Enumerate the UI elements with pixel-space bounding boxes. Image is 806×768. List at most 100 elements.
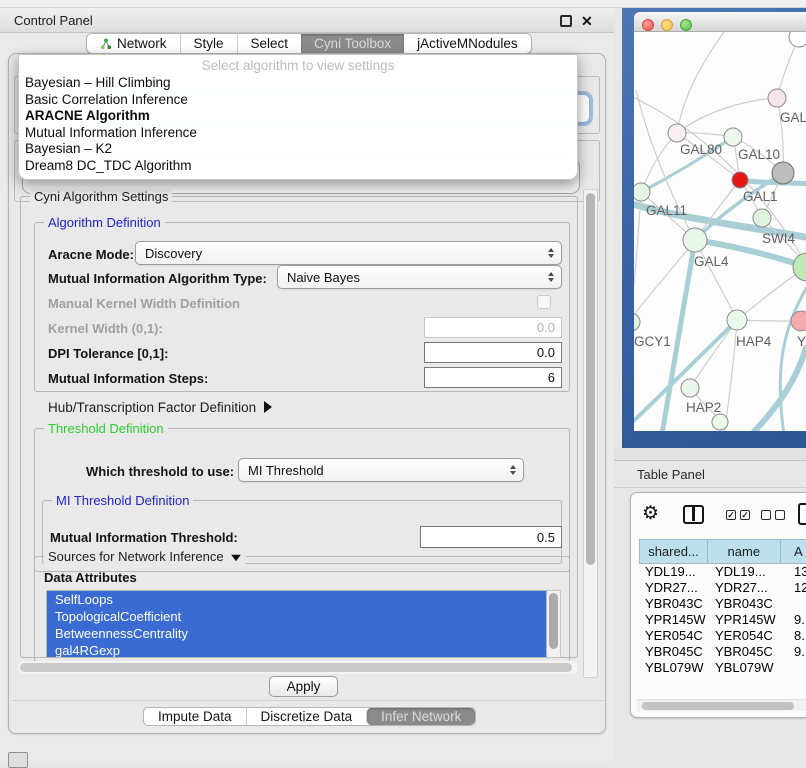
table-cell: YDR27... — [712, 580, 790, 596]
dpi-tolerance-field[interactable]: 0.0 — [424, 342, 562, 363]
tab-network[interactable]: Network — [87, 34, 180, 53]
panel-grip-icon[interactable] — [8, 752, 28, 768]
node-label: GAL — [780, 110, 806, 125]
data-attributes-list[interactable]: SelfLoopsTopologicalCoefficientBetweenne… — [46, 590, 547, 658]
table-row[interactable]: YBR043CYBR043C — [639, 596, 806, 612]
bottom-tab-impute-data[interactable]: Impute Data — [144, 708, 246, 725]
manual-kernel-width-checkbox[interactable] — [537, 295, 551, 309]
algorithm-option[interactable]: Dream8 DC_TDC Algorithm — [19, 158, 577, 175]
network-node[interactable] — [772, 162, 794, 184]
table-cell: YER054C — [712, 628, 790, 644]
tab-jactivemnodules[interactable]: jActiveMNodules — [404, 34, 531, 53]
document-icon[interactable] — [798, 503, 806, 525]
tab-cyni-toolbox[interactable]: Cyni Toolbox — [301, 34, 404, 53]
algorithm-option[interactable]: Bayesian – Hill Climbing — [19, 75, 577, 92]
algorithm-option[interactable]: ARACNE Algorithm — [19, 108, 577, 125]
algorithm-placeholder: Select algorithm to view settings — [19, 55, 577, 75]
scrollbar-thumb[interactable] — [20, 663, 572, 672]
tab-select[interactable]: Select — [237, 34, 302, 53]
mi-threshold-field[interactable]: 0.5 — [420, 526, 562, 548]
table-body[interactable]: YDL19...YDL19...13YDR27...YDR27...12YBR0… — [639, 564, 806, 676]
expand-arrow-icon — [264, 401, 272, 413]
algorithm-option[interactable]: Bayesian – K2 — [19, 141, 577, 158]
network-node[interactable] — [768, 89, 786, 107]
network-node[interactable] — [712, 414, 728, 430]
deselect-all-checkbox-icon[interactable] — [761, 510, 771, 520]
mi-algorithm-type-combo[interactable]: Naive Bayes — [277, 265, 562, 289]
select-all-checkbox-icon[interactable]: ✓ — [740, 510, 750, 520]
which-threshold-combo[interactable]: MI Threshold — [238, 458, 524, 482]
column-header[interactable]: name — [707, 539, 780, 564]
network-node[interactable] — [791, 311, 806, 331]
settings-horizontal-scrollbar[interactable] — [18, 661, 578, 674]
sources-title[interactable]: Sources for Network Inference — [44, 549, 246, 564]
gear-icon[interactable]: ⚙ — [642, 502, 659, 525]
node-label: GCY1 — [634, 334, 671, 349]
network-node[interactable] — [789, 32, 806, 47]
table-row[interactable]: YPR145WYPR145W9. — [639, 612, 806, 628]
attribute-list-scrollbar[interactable] — [547, 590, 561, 658]
data-attribute-item[interactable]: gal4RGexp — [47, 642, 546, 658]
algorithm-option[interactable]: Basic Correlation Inference — [19, 92, 577, 109]
network-node[interactable] — [732, 172, 748, 188]
node-table[interactable]: shared...nameA YDL19...YDL19...13YDR27..… — [639, 539, 806, 676]
network-window-titlebar[interactable] — [634, 12, 806, 32]
table-cell: YPR145W — [712, 612, 790, 628]
settings-vertical-scrollbar[interactable] — [583, 189, 598, 678]
mi-algorithm-type-label: Mutual Information Algorithm Type: — [48, 271, 267, 286]
network-canvas[interactable]: GALGAL80GAL10GAL1GAL11SWI4GAL4GCY1HAP4YH… — [634, 32, 806, 431]
combo-arrows-icon — [548, 248, 554, 258]
tab-style[interactable]: Style — [180, 34, 237, 53]
bottom-tab-discretize-data[interactable]: Discretize Data — [246, 708, 367, 725]
mac-close-icon[interactable] — [642, 19, 654, 31]
float-window-icon[interactable] — [560, 15, 572, 27]
scrollbar-thumb[interactable] — [642, 702, 794, 710]
table-row[interactable]: YBR045CYBR045C9. — [639, 644, 806, 660]
bottom-tab-infer-network[interactable]: Infer Network — [366, 708, 475, 725]
close-icon[interactable]: ✕ — [581, 12, 593, 30]
data-attribute-item[interactable]: BetweennessCentrality — [47, 625, 546, 642]
network-node[interactable] — [753, 209, 771, 227]
network-node[interactable] — [683, 228, 707, 252]
network-node[interactable] — [634, 183, 650, 201]
scrollbar-thumb[interactable] — [549, 593, 558, 649]
table-horizontal-scrollbar[interactable] — [637, 699, 806, 711]
table-cell: YDL19... — [639, 564, 712, 580]
kernel-width-field[interactable]: 0.0 — [424, 317, 562, 338]
table-row[interactable]: YDL19...YDL19...13 — [639, 564, 806, 580]
network-graph[interactable]: GALGAL80GAL10GAL1GAL11SWI4GAL4GCY1HAP4YH… — [634, 32, 806, 431]
mac-zoom-icon[interactable] — [680, 19, 692, 31]
table-row[interactable]: YBL079WYBL079W — [639, 660, 806, 676]
node-label: GAL10 — [738, 147, 780, 162]
hub-definition-label: Hub/Transcription Factor Definition — [48, 400, 256, 415]
select-all-checkbox-icon[interactable]: ✓ — [726, 510, 736, 520]
table-cell: YBR045C — [712, 644, 790, 660]
apply-button[interactable]: Apply — [269, 676, 338, 697]
network-node[interactable] — [727, 310, 747, 330]
deselect-all-checkbox-icon[interactable] — [775, 510, 785, 520]
network-node[interactable] — [681, 379, 699, 397]
aracne-mode-combo[interactable]: Discovery — [135, 241, 562, 265]
table-cell: 8. — [790, 628, 806, 644]
tab-label: Cyni Toolbox — [314, 36, 391, 51]
column-header[interactable]: shared... — [639, 539, 707, 564]
algorithm-option[interactable]: Mutual Information Inference — [19, 125, 577, 142]
table-row[interactable]: YDR27...YDR27...12 — [639, 580, 806, 596]
network-node[interactable] — [724, 128, 742, 146]
network-node[interactable] — [793, 253, 806, 281]
split-columns-icon[interactable] — [683, 505, 704, 524]
table-cell — [790, 596, 806, 612]
which-threshold-label: Which threshold to use: — [86, 464, 234, 479]
hub-definition-toggle[interactable]: Hub/Transcription Factor Definition — [48, 400, 272, 415]
table-row[interactable]: YER054CYER054C8. — [639, 628, 806, 644]
node-label: GAL1 — [743, 189, 778, 204]
network-node[interactable] — [634, 313, 640, 331]
mac-minimize-icon[interactable] — [661, 19, 673, 31]
scrollbar-thumb[interactable] — [586, 193, 595, 565]
column-header[interactable]: A — [780, 539, 806, 564]
network-node[interactable] — [668, 124, 686, 142]
data-attribute-item[interactable]: SelfLoops — [47, 591, 546, 608]
data-attribute-item[interactable]: TopologicalCoefficient — [47, 608, 546, 625]
mi-steps-field[interactable]: 6 — [424, 367, 562, 388]
table-header-row[interactable]: shared...nameA — [639, 539, 806, 564]
